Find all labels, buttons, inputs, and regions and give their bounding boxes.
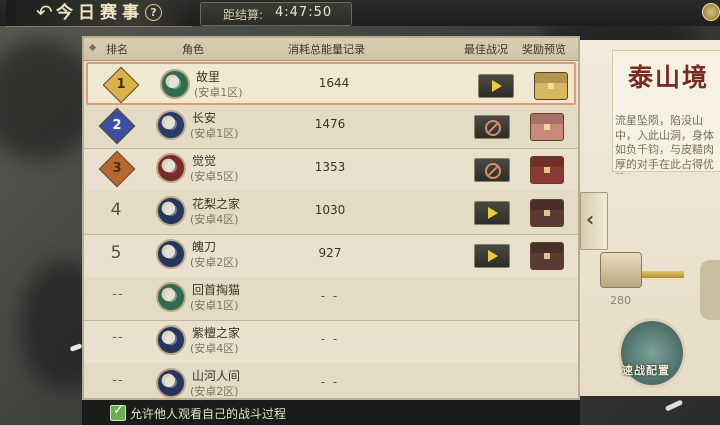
play-icon — [488, 250, 498, 262]
rank-number: 2 — [112, 118, 122, 133]
stage-description: 流星坠陨，陷没山中，入此山洞，身体如负千钧，与皮糙肉厚的对手在此占得优势？ — [615, 114, 714, 174]
energy-score: 1030 — [314, 203, 346, 217]
column-header-reward: 奖励预览 — [522, 43, 566, 56]
reward-chest-icon[interactable] — [530, 199, 564, 227]
quick-battle-config-label: 速战配置 — [622, 364, 670, 377]
reward-chest-icon[interactable] — [530, 242, 564, 270]
energy-score: 1644 — [318, 76, 350, 90]
player-server: (安卓4区) — [190, 342, 239, 355]
top-bar: ↶ 今日赛事 ? 距结算: 4:47:50 — [0, 0, 720, 27]
energy-score: - - — [320, 332, 340, 346]
help-icon[interactable]: ? — [145, 4, 162, 21]
watch-battle-button[interactable] — [474, 201, 510, 225]
reward-chest-icon[interactable] — [534, 72, 568, 100]
column-header-best-battle: 最佳战况 — [464, 43, 508, 56]
timer-label: 距结算: — [223, 8, 264, 22]
avatar[interactable] — [156, 153, 186, 183]
reward-progress-bar — [642, 271, 684, 278]
allow-watch-checkbox[interactable]: ✓ — [110, 403, 126, 421]
chevron-left-icon: ‹ — [586, 207, 595, 231]
watch-battle-button[interactable] — [474, 244, 510, 268]
currency-icon[interactable] — [702, 3, 720, 21]
side-tab[interactable] — [700, 260, 720, 320]
table-row[interactable]: 4 花梨之家 (安卓4区) 1030 — [84, 191, 578, 235]
reward-chest-icon[interactable] — [530, 156, 564, 184]
ranking-panel: 排名 角色 消耗总能量记录 最佳战况 奖励预览 1 故里 (安卓1区) 1644… — [82, 36, 580, 400]
player-name: 长安 — [192, 111, 217, 125]
column-header-energy: 消耗总能量记录 — [288, 43, 365, 56]
stage-title: 泰山境 — [628, 63, 710, 92]
player-name: 花梨之家 — [192, 197, 241, 211]
watch-battle-button-disabled[interactable] — [474, 158, 510, 182]
player-server: (安卓1区) — [190, 127, 239, 140]
rank-number: 3 — [112, 161, 122, 176]
energy-score: - - — [320, 375, 340, 389]
blocked-icon — [485, 120, 501, 136]
avatar[interactable] — [156, 325, 186, 355]
page-title: 今日赛事 — [56, 3, 144, 23]
avatar[interactable] — [156, 196, 186, 226]
player-server: (安卓2区) — [190, 385, 239, 398]
rank-badge-icon: 1 — [102, 66, 140, 104]
timer-value: 4:47:50 — [275, 5, 333, 20]
table-row[interactable]: 2 长安 (安卓1区) 1476 — [84, 105, 578, 149]
table-row[interactable]: -- 紫檀之家 (安卓4区) - - — [84, 320, 578, 364]
rank-number: 1 — [116, 77, 126, 92]
energy-score: 927 — [318, 246, 342, 260]
rank-number: 4 — [110, 200, 122, 220]
player-name: 故里 — [196, 70, 221, 84]
back-arrow-icon: ↶ — [36, 0, 53, 24]
countdown-timer: 距结算: 4:47:50 — [200, 2, 352, 26]
rank-number: -- — [112, 330, 124, 345]
table-row[interactable]: 3 觉觉 (安卓5区) 1353 — [84, 148, 578, 192]
avatar[interactable] — [156, 368, 186, 398]
player-server: (安卓2区) — [190, 256, 239, 269]
energy-score: 1353 — [314, 160, 346, 174]
rank-number: -- — [112, 373, 124, 388]
avatar[interactable] — [156, 282, 186, 312]
brush-stroke — [664, 399, 684, 412]
table-row[interactable]: -- 回首掏猫 (安卓1区) - - — [84, 277, 578, 321]
reward-value: 280 — [610, 294, 631, 307]
collapse-panel-toggle[interactable]: ‹ — [580, 192, 608, 250]
watch-battle-button-disabled[interactable] — [474, 115, 510, 139]
energy-score: - - — [320, 289, 340, 303]
player-name: 山河人间 — [192, 369, 241, 383]
player-server: (安卓1区) — [190, 299, 239, 312]
table-row[interactable]: -- 山河人间 (安卓2区) - - — [84, 363, 578, 398]
play-icon — [488, 207, 498, 219]
player-name: 紫檀之家 — [192, 326, 241, 340]
reward-chest-icon[interactable] — [600, 252, 642, 288]
avatar[interactable] — [160, 69, 190, 99]
diamond-icon — [88, 43, 97, 52]
allow-watch-label[interactable]: 允许他人观看自己的战斗过程 — [130, 405, 286, 422]
reward-chest-icon[interactable] — [530, 113, 564, 141]
player-name: 觉觉 — [192, 154, 217, 168]
table-row[interactable]: 5 魄刀 (安卓2区) 927 — [84, 234, 578, 278]
column-header-rank: 排名 — [106, 43, 128, 56]
avatar[interactable] — [156, 239, 186, 269]
player-server: (安卓1区) — [194, 86, 243, 99]
rank-badge-icon: 3 — [98, 150, 136, 188]
rank-number: -- — [112, 287, 124, 302]
player-name: 回首掏猫 — [192, 283, 241, 297]
player-server: (安卓4区) — [190, 213, 239, 226]
table-header: 排名 角色 消耗总能量记录 最佳战况 奖励预览 — [84, 38, 578, 61]
rank-badge-icon: 2 — [98, 107, 136, 145]
player-name: 魄刀 — [192, 240, 217, 254]
column-header-role: 角色 — [182, 43, 204, 56]
rank-number: 5 — [110, 243, 122, 263]
check-icon: ✓ — [113, 403, 124, 418]
watch-battle-button[interactable] — [478, 74, 514, 98]
player-server: (安卓5区) — [190, 170, 239, 183]
blocked-icon — [485, 163, 501, 179]
energy-score: 1476 — [314, 117, 346, 131]
avatar[interactable] — [156, 110, 186, 140]
play-icon — [492, 80, 502, 92]
table-row[interactable]: 1 故里 (安卓1区) 1644 — [86, 62, 576, 105]
